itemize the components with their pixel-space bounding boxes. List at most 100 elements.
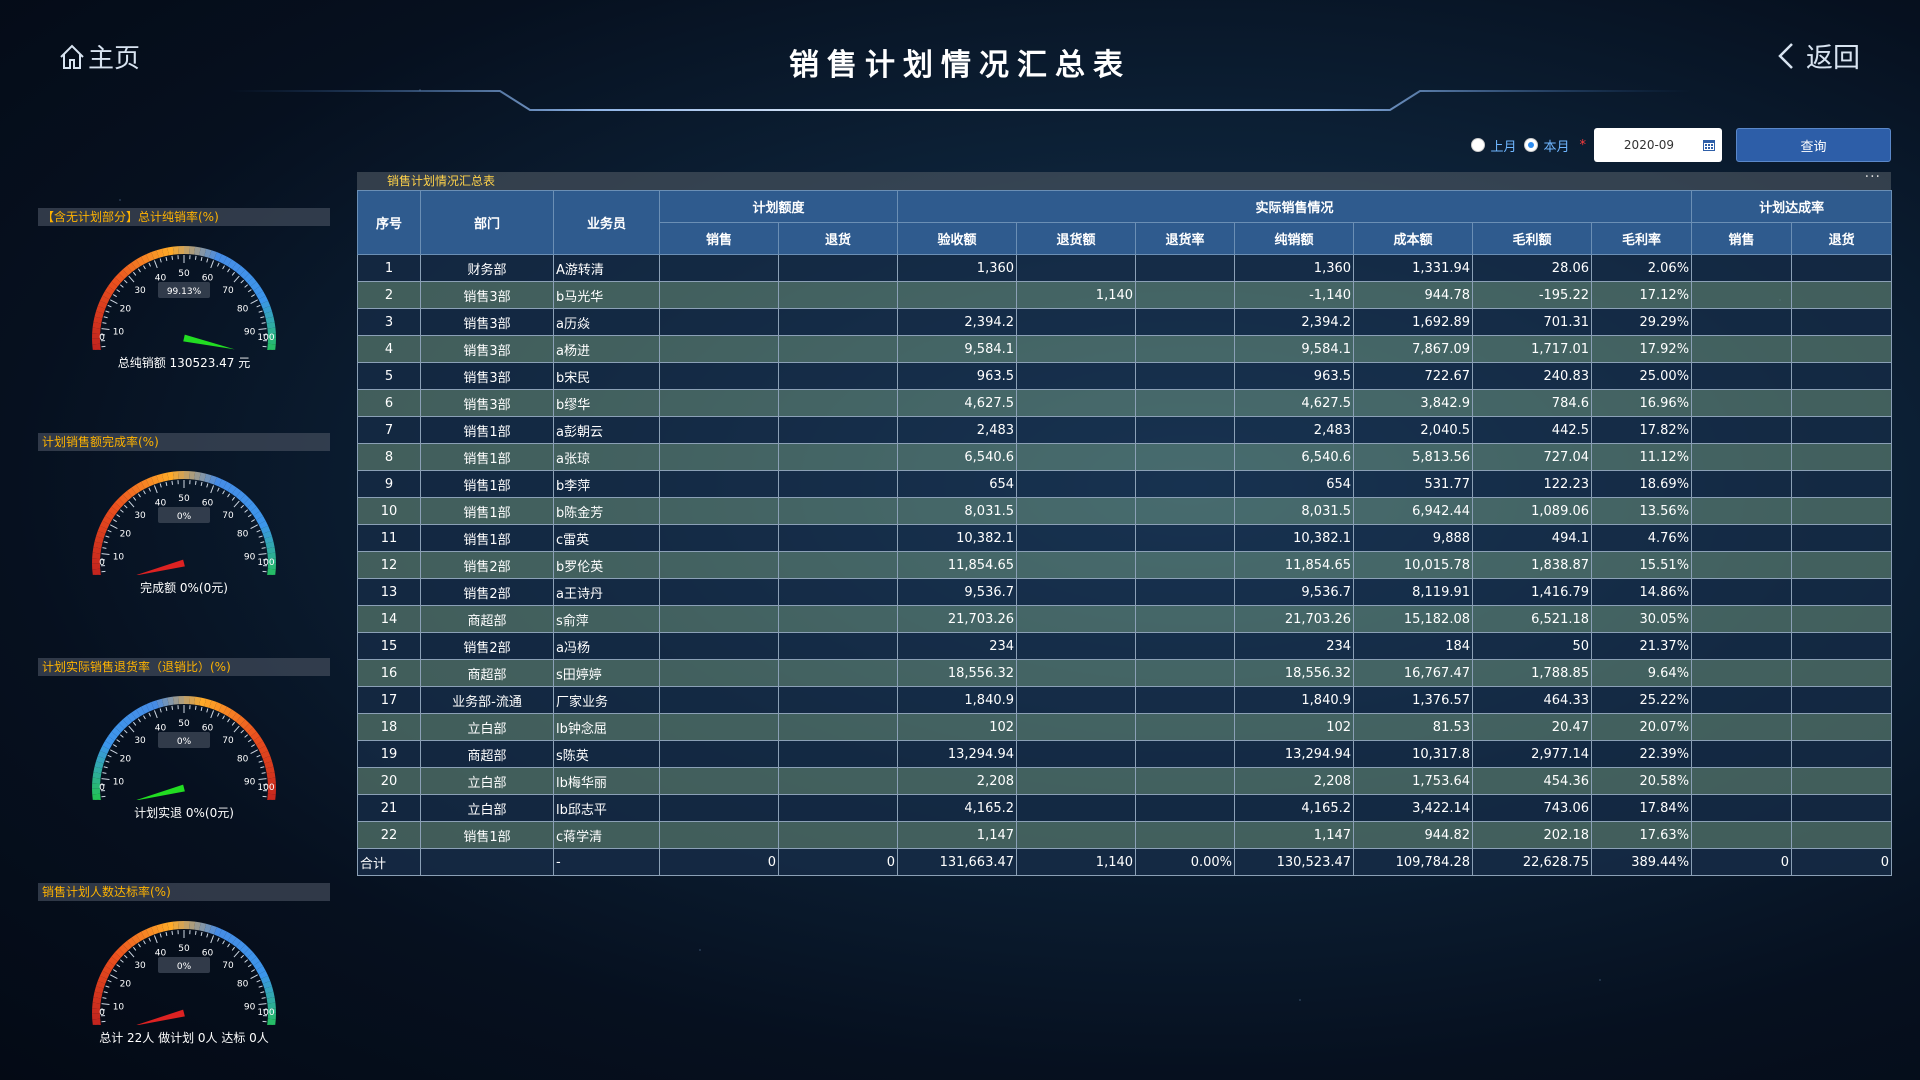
table-row[interactable]: 21 立白部 lb邱志平 4,165.2 4,165.2 3,422.14 743.06 17…: [357, 794, 1893, 822]
gauge-tick: [258, 778, 267, 781]
table-cell: [777, 281, 899, 309]
gauge-tick: [260, 316, 265, 319]
table-cell: 50: [1472, 632, 1593, 660]
gauge-tick-label: 70: [222, 736, 234, 746]
calendar-icon[interactable]: [1702, 138, 1716, 152]
table-row[interactable]: 5 销售3部 b宋民 963.5 963.5 722.67 240.83 25.00%: [357, 362, 1893, 390]
gauge-tick: [110, 524, 118, 529]
table-cell: [1791, 551, 1893, 579]
table-cell: [777, 362, 899, 390]
table-row[interactable]: 12 销售2部 b罗伦英 11,854.65 11,854.65 10,015.78 1,8…: [357, 551, 1893, 579]
gauge-tick: [244, 959, 249, 963]
table-row[interactable]: 22 销售1部 c蒋学清 1,147 1,147 944.82 202.18 17.63%: [357, 821, 1893, 849]
gauge-tick: [110, 299, 118, 304]
table-row[interactable]: 17 业务部-流通 厂家业务 1,840.9 1,840.9 1,376.57 464.33…: [357, 686, 1893, 714]
table-row[interactable]: 16 商超部 s田婷婷 18,556.32 18,556.32 16,767.47 1,78…: [357, 659, 1893, 687]
radio-last-month[interactable]: 上月: [1471, 136, 1516, 155]
table-cell: 2,483: [897, 416, 1018, 444]
table-cell: 3,842.9: [1353, 389, 1474, 417]
gauge-tick: [119, 959, 124, 963]
total-cell: 389.44%: [1591, 848, 1693, 876]
table-row[interactable]: 8 销售1部 a张琼 6,540.6 6,540.6 5,813.56 727.04 11.1…: [357, 443, 1893, 471]
gauge-panel-net-sales-rate: 【含无计划部分】总计纯销率(%) 0 10 20 30 40 50 60 70 80 90 100 9…: [38, 208, 330, 371]
table-cell: [777, 443, 899, 471]
gauge-tick: [153, 485, 158, 494]
back-button[interactable]: 返回: [1776, 36, 1860, 75]
gauge-tick: [137, 718, 141, 723]
table-cell: 1,360: [1234, 254, 1355, 282]
gauge-tick-label: 80: [237, 755, 249, 765]
table-cell: [1016, 254, 1137, 282]
table-cell: 727.04: [1472, 443, 1593, 471]
col-subheader: 纯销额: [1234, 222, 1355, 255]
gauge-tick-label: 100: [257, 333, 274, 343]
table-cell: [1691, 524, 1793, 552]
table-row[interactable]: 20 立白部 lb梅华丽 2,208 2,208 1,753.64 454.36 20.58%: [357, 767, 1893, 795]
table-row[interactable]: 15 销售2部 a冯杨 234 234 184 50 21.37%: [357, 632, 1893, 660]
table-row[interactable]: 18 立白部 lb钟念屈 102 102 81.53 20.47 20.07%: [357, 713, 1893, 741]
query-button[interactable]: 查询: [1736, 128, 1891, 162]
radio-circle: [1471, 138, 1486, 152]
gauge-tick-label: 40: [155, 948, 167, 958]
table-cell: [1791, 362, 1893, 390]
table-cell: [1791, 443, 1893, 471]
gauge-tick: [258, 310, 263, 313]
gauge-tick-label: 40: [155, 498, 167, 508]
gauge-tick: [227, 943, 231, 948]
col-header-seq: 序号: [357, 190, 421, 255]
table-row[interactable]: 7 销售1部 a彭朝云 2,483 2,483 2,040.5 442.5 17.82%: [357, 416, 1893, 444]
table-cell: s俞萍: [553, 605, 660, 633]
chevron-left-icon: [1778, 42, 1793, 69]
gauge-arc-segment: [184, 246, 190, 255]
gauge-tick: [124, 729, 128, 734]
gauge-arc-segment: [178, 696, 184, 705]
gauge-tick-label: 0: [99, 1008, 105, 1018]
table-cell: [777, 254, 899, 282]
more-options-icon[interactable]: ···: [1865, 168, 1881, 186]
table-row[interactable]: 14 商超部 s俞萍 21,703.26 21,703.26 15,182.08 6,521…: [357, 605, 1893, 633]
table-cell: 1: [357, 254, 421, 282]
gauge-tick: [222, 490, 225, 495]
table-cell: c蒋学清: [553, 821, 660, 849]
radio-this-month[interactable]: 本月: [1524, 136, 1570, 155]
table-cell: [1135, 335, 1236, 363]
table-cell: 202.18: [1472, 821, 1593, 849]
gauge-tick: [103, 316, 108, 319]
table-cell: [659, 767, 779, 795]
table-cell: 4,165.2: [1234, 794, 1355, 822]
table-cell: 1,331.94: [1353, 254, 1474, 282]
table-row[interactable]: 13 销售2部 a王诗丹 9,536.7 9,536.7 8,119.91 1,416.79…: [357, 578, 1893, 606]
table-cell: 1,416.79: [1472, 578, 1593, 606]
table-row[interactable]: 1 财务部 A游转清 1,360 1,360 1,331.94 28.06 2.06%: [357, 254, 1893, 282]
gauge-tick: [132, 271, 137, 276]
table-cell: 2,394.2: [1234, 308, 1355, 336]
gauge-tick-label: 70: [222, 961, 234, 971]
gauge-tick: [148, 262, 151, 267]
gauge-net-sales-rate: 010203040 50 6070809010099.13%: [92, 246, 276, 350]
table-row[interactable]: 10 销售1部 b陈金芳 8,031.5 8,031.5 6,942.44 1,089.06…: [357, 497, 1893, 525]
table-cell: 17.63%: [1591, 821, 1693, 849]
gauge-arc-segment: [267, 568, 276, 575]
table-cell: 6: [357, 389, 421, 417]
table-row[interactable]: 6 销售3部 b缪华 4,627.5 4,627.5 3,842.9 784.6 16.96%: [357, 389, 1893, 417]
table-cell: 销售2部: [420, 551, 554, 579]
gauge-tick: [159, 258, 162, 263]
table-cell: [1016, 632, 1137, 660]
table-cell: 81.53: [1353, 713, 1474, 741]
table-row[interactable]: 9 销售1部 b李萍 654 654 531.77 122.23 18.69%: [357, 470, 1893, 498]
table-cell: [1135, 254, 1236, 282]
gauge-tick: [119, 509, 124, 513]
gauge-tick: [210, 260, 215, 269]
table-row[interactable]: 11 销售1部 c雷英 10,382.1 10,382.1 9,888 494.1 4.76%: [357, 524, 1893, 552]
month-input[interactable]: [1614, 138, 1684, 152]
gauge-tick: [206, 708, 209, 713]
table-row[interactable]: 19 商超部 s陈英 13,294.94 13,294.94 10,317.8 2,977.…: [357, 740, 1893, 768]
gauge-value-text: 0%: [177, 737, 192, 747]
table-row[interactable]: 4 销售3部 a杨进 9,584.1 9,584.1 7,867.09 1,717.01 17…: [357, 335, 1893, 363]
month-picker[interactable]: [1594, 128, 1722, 162]
table-row[interactable]: 2 销售3部 b马光华 1,140 -1,140 944.78 -195.22 17.12%: [357, 281, 1893, 309]
table-cell: 13,294.94: [897, 740, 1018, 768]
gauge-tick: [148, 487, 151, 492]
table-row[interactable]: 3 销售3部 a历焱 2,394.2 2,394.2 1,692.89 701.31 29.2…: [357, 308, 1893, 336]
gauge-tick: [112, 969, 117, 973]
